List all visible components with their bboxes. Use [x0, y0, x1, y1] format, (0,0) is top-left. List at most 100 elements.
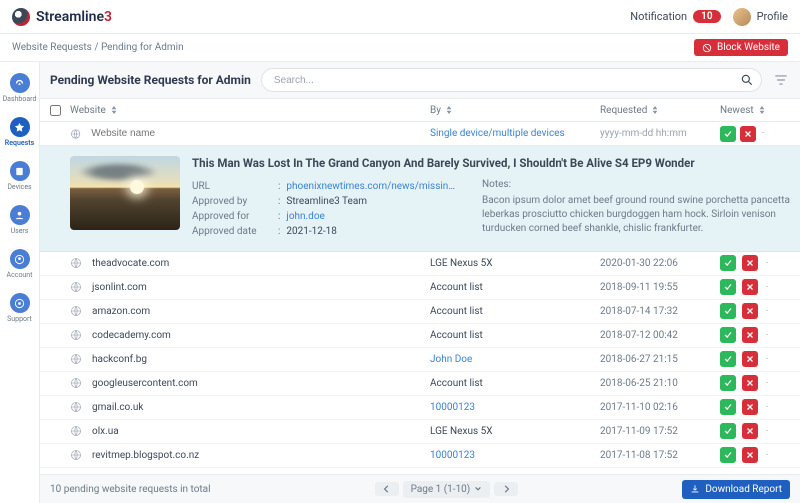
row-menu[interactable]: ·: [764, 282, 770, 293]
reject-button[interactable]: [742, 399, 758, 415]
reject-button[interactable]: [742, 447, 758, 463]
reject-button[interactable]: [742, 303, 758, 319]
check-icon: [723, 378, 733, 388]
approve-all-button[interactable]: [720, 126, 736, 142]
profile-link[interactable]: Profile: [733, 8, 788, 26]
x-icon: [745, 330, 755, 340]
col-by[interactable]: By: [430, 105, 600, 116]
row-menu[interactable]: ·: [764, 450, 770, 461]
row-site: hackconf.bg: [92, 354, 147, 365]
nav-users[interactable]: Users: [2, 200, 38, 240]
approve-button[interactable]: [720, 447, 736, 463]
breadcrumb[interactable]: Website Requests / Pending for Admin: [12, 42, 184, 53]
row-menu[interactable]: ·: [764, 258, 770, 269]
x-icon: [745, 450, 755, 460]
row-by: Account list: [430, 330, 600, 341]
reject-button[interactable]: [742, 327, 758, 343]
row-site: googleusercontent.com: [92, 378, 198, 389]
table-row[interactable]: jsonlint.comAccount list2018-09-11 19:55…: [40, 276, 800, 300]
col-requested[interactable]: Requested: [600, 105, 720, 116]
select-all-checkbox[interactable]: [50, 105, 61, 116]
pager-prev[interactable]: [375, 482, 399, 496]
check-icon: [723, 306, 733, 316]
filter-date-input[interactable]: yyyy-mm-dd hh:mm: [600, 128, 720, 139]
block-website-button[interactable]: Block Website: [694, 39, 788, 56]
table-row[interactable]: olx.uaLGE Nexus 5X2017-11-09 17:52·: [40, 420, 800, 444]
col-website[interactable]: Website: [70, 105, 430, 116]
table-row[interactable]: amazon.comAccount list2018-07-14 17:32·: [40, 300, 800, 324]
approve-button[interactable]: [720, 255, 736, 271]
approve-button[interactable]: [720, 279, 736, 295]
approve-button[interactable]: [720, 303, 736, 319]
reject-button[interactable]: [742, 279, 758, 295]
filter-by-select[interactable]: Single device/multiple devices: [430, 128, 600, 139]
row-menu[interactable]: ·: [764, 306, 770, 317]
table-row[interactable]: theadvocate.comLGE Nexus 5X2020-01-30 22…: [40, 252, 800, 276]
nav-devices[interactable]: Devices: [2, 156, 38, 196]
row-site: jsonlint.com: [92, 282, 147, 293]
nav-requests[interactable]: Requests: [2, 112, 38, 152]
reject-button[interactable]: [742, 255, 758, 271]
row-menu[interactable]: ·: [764, 330, 770, 341]
reject-button[interactable]: [742, 351, 758, 367]
sort-icon: [110, 106, 118, 114]
row-by[interactable]: 10000123: [430, 402, 600, 413]
notification-count-badge: 10: [693, 10, 720, 23]
detail-url[interactable]: phoenixnewtimes.com/news/missing-man-gra…: [286, 181, 456, 192]
table-row[interactable]: gmail.co.uk100001232017-11-10 02:16·: [40, 396, 800, 420]
row-by: Account list: [430, 306, 600, 317]
row-menu[interactable]: ·: [764, 378, 770, 389]
brand-name: Streamline: [36, 9, 104, 25]
table-row[interactable]: codecademy.comAccount list2018-07-12 00:…: [40, 324, 800, 348]
table-row[interactable]: hackconf.bg John Doe2018-06-27 21:15 ·: [40, 348, 800, 372]
row-menu[interactable]: ·: [764, 402, 770, 413]
download-report-button[interactable]: Download Report: [682, 480, 790, 499]
check-icon: [723, 330, 733, 340]
row-site: theadvocate.com: [92, 258, 169, 269]
notification-label: Notification: [630, 10, 687, 23]
detail-approved-date: 2021-12-18: [286, 226, 337, 237]
brand[interactable]: Streamline3: [12, 8, 112, 26]
check-icon: [723, 354, 733, 364]
approve-button[interactable]: [720, 423, 736, 439]
col-newest[interactable]: Newest: [720, 105, 790, 116]
total-count: 10 pending website requests in total: [50, 484, 211, 495]
pager-next[interactable]: [494, 482, 518, 496]
account-icon: [10, 249, 30, 269]
row-by[interactable]: 10000123: [430, 450, 600, 461]
reject-all-button[interactable]: [740, 126, 756, 142]
detail-approved-for[interactable]: john.doe: [286, 211, 324, 222]
filter-website-input[interactable]: [91, 128, 430, 139]
gauge-icon: [10, 73, 30, 93]
globe-icon: [70, 353, 82, 365]
globe-icon: [70, 305, 82, 317]
chevron-right-icon: [502, 485, 510, 493]
row-site: olx.ua: [92, 426, 119, 437]
nav-dashboard[interactable]: Dashboard: [2, 68, 38, 108]
avatar-icon: [733, 8, 751, 26]
reject-button[interactable]: [742, 423, 758, 439]
globe-icon: [70, 449, 82, 461]
reject-button[interactable]: [742, 375, 758, 391]
approve-button[interactable]: [720, 399, 736, 415]
approve-button[interactable]: [720, 327, 736, 343]
globe-icon: [70, 401, 82, 413]
search-input[interactable]: [261, 68, 762, 92]
row-by[interactable]: John Doe: [430, 354, 600, 365]
table-body: theadvocate.comLGE Nexus 5X2020-01-30 22…: [40, 252, 800, 475]
filter-button[interactable]: [772, 71, 790, 89]
profile-label: Profile: [757, 10, 788, 23]
row-menu[interactable]: ·: [764, 426, 770, 437]
row-requested: 2018-06-27 21:15: [600, 354, 720, 365]
approve-button[interactable]: [720, 375, 736, 391]
row-menu[interactable]: ·: [764, 354, 770, 365]
table-row[interactable]: revitmep.blogspot.co.nz100001232017-11-0…: [40, 444, 800, 468]
nav-support[interactable]: Support: [2, 288, 38, 328]
row-requested: 2017-11-10 02:16: [600, 402, 720, 413]
table-row[interactable]: googleusercontent.comAccount list2018-06…: [40, 372, 800, 396]
pager-page[interactable]: Page 1 (1-10): [403, 481, 491, 498]
approve-button[interactable]: [720, 351, 736, 367]
nav-account[interactable]: Account: [2, 244, 38, 284]
notification-link[interactable]: Notification 10: [630, 10, 720, 23]
row-menu[interactable]: ·: [760, 128, 766, 139]
